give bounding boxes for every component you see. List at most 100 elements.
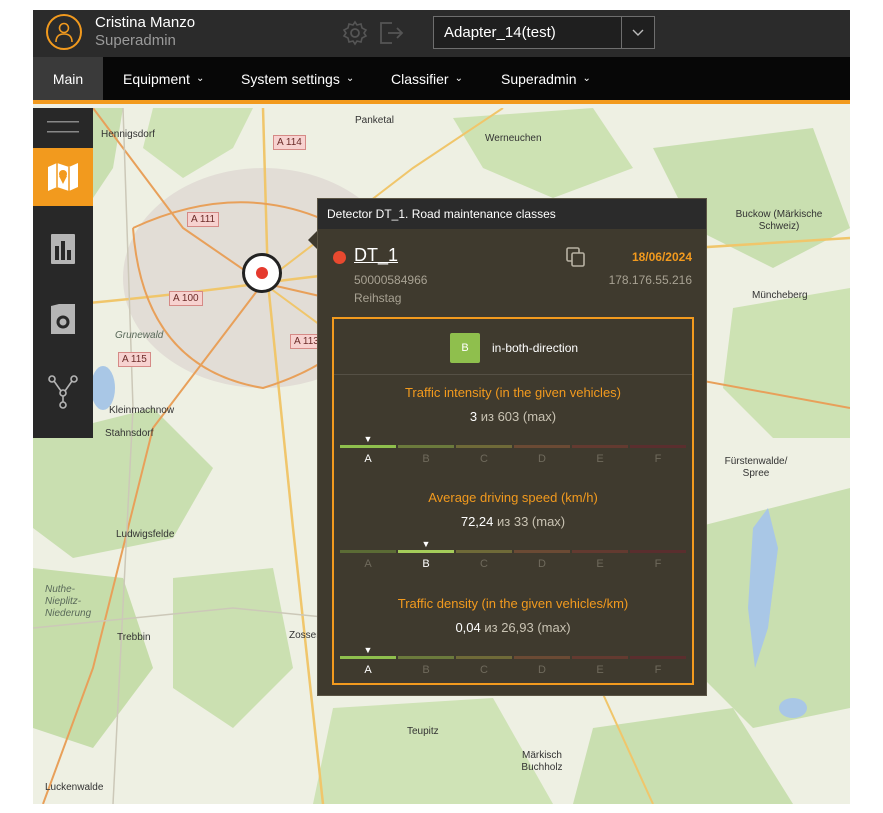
top-bar: Cristina Manzo Superadmin Adapter_14(tes… <box>33 10 850 57</box>
marker-dot <box>256 267 268 279</box>
gear-icon[interactable] <box>342 20 368 46</box>
class-bar-a <box>340 656 396 659</box>
user-avatar-icon[interactable] <box>46 14 82 50</box>
logout-icon[interactable] <box>378 20 404 46</box>
nav-item-label: Main <box>52 70 84 87</box>
camera-icon[interactable] <box>33 290 93 348</box>
class-letter: A <box>364 453 372 465</box>
class-scale <box>340 445 686 448</box>
user-role: Superadmin <box>95 32 176 49</box>
chevron-down-icon[interactable] <box>621 17 654 48</box>
map-area-label: Grunewald <box>115 330 164 341</box>
app-window: Hennigsdorf Panketal Werneuchen Buckow (… <box>33 10 850 804</box>
nav-item-equipment[interactable]: Equipment ⌄ <box>111 57 216 100</box>
class-bar-e <box>572 656 628 659</box>
class-bar-d <box>514 656 570 659</box>
nav-item-superadmin[interactable]: Superadmin ⌄ <box>489 57 603 100</box>
map-place-label: Stahnsdorf <box>105 428 154 439</box>
map-place-label: Ludwigsfelde <box>116 529 175 540</box>
chevron-down-icon: ⌄ <box>454 73 463 84</box>
class-bar-c <box>456 445 512 448</box>
map-icon[interactable] <box>33 148 93 206</box>
metric-value: 3 из 603 (max) <box>334 409 692 424</box>
metric-traffic-intensity: Traffic intensity (in the given vehicles… <box>334 385 692 485</box>
class-bar-e <box>572 445 628 448</box>
class-scale <box>340 656 686 659</box>
class-letter: E <box>596 453 604 465</box>
detector-id: 50000584966 <box>354 273 428 287</box>
detector-marker[interactable] <box>242 253 282 293</box>
metric-title: Traffic intensity (in the given vehicles… <box>404 385 622 400</box>
class-bar-d <box>514 550 570 553</box>
metric-value-number: 72,24 <box>460 514 494 529</box>
class-letter: D <box>538 558 546 570</box>
status-indicator <box>333 251 346 264</box>
class-letter: E <box>596 664 604 676</box>
class-pointer-icon: ▼ <box>363 434 373 444</box>
map-place-label: Teupitz <box>407 726 439 737</box>
chevron-down-icon: ⌄ <box>582 73 591 84</box>
class-letter: B <box>422 453 430 465</box>
adapter-select-value: Adapter_14(test) <box>444 24 556 41</box>
class-bar-a <box>340 445 396 448</box>
metric-value: 72,24 из 33 (max) <box>334 514 692 529</box>
menu-icon[interactable] <box>33 108 93 146</box>
nav-item-label: System settings <box>241 70 340 87</box>
metric-value-max: из 603 (max) <box>477 409 557 424</box>
road-shield: A 114 <box>273 135 306 150</box>
direction-label: in-both-direction <box>492 341 579 355</box>
metric-value-max: из 33 (max) <box>493 514 566 529</box>
class-letter: E <box>596 558 604 570</box>
class-letter: D <box>538 453 546 465</box>
class-letter: C <box>480 664 488 676</box>
class-bar-f <box>630 445 686 448</box>
metric-value-number: 0,04 <box>455 620 481 635</box>
class-bar-d <box>514 445 570 448</box>
class-letter: B <box>422 664 430 676</box>
metric-title: Average driving speed (km/h) <box>428 490 598 505</box>
popup-pointer <box>308 231 317 249</box>
map-place-label: Buckow (Märkische Schweiz) <box>735 209 823 232</box>
network-icon[interactable] <box>33 363 93 421</box>
sidebar <box>33 108 93 438</box>
main-nav: Main Equipment ⌄ System settings ⌄ Classif… <box>33 57 850 104</box>
map-place-label: Hennigsdorf <box>101 129 155 140</box>
class-letter: F <box>654 558 662 570</box>
detector-popup: Detector DT_1. Road maintenance classes … <box>317 198 707 696</box>
road-classes-panel: B in-both-direction Traffic intensity (i… <box>332 317 694 685</box>
detector-ip: 178.176.55.216 <box>608 273 692 287</box>
copy-icon[interactable] <box>565 246 587 268</box>
nav-item-label: Superadmin <box>501 70 577 87</box>
class-letter: B <box>422 558 430 570</box>
map-place-label: Kleinmachnow <box>109 405 175 416</box>
class-bar-c <box>456 656 512 659</box>
class-pointer-icon: ▼ <box>421 539 431 549</box>
map-place-label: Panketal <box>355 115 394 126</box>
map-place-label: Werneuchen <box>485 133 542 144</box>
class-letter: F <box>654 453 662 465</box>
class-bar-c <box>456 550 512 553</box>
detector-date: 18/06/2024 <box>631 250 692 264</box>
class-bar-e <box>572 550 628 553</box>
nav-item-label: Classifier <box>391 70 449 87</box>
class-pointer-icon: ▼ <box>363 645 373 655</box>
nav-item-system-settings[interactable]: System settings ⌄ <box>229 57 366 100</box>
class-bar-b <box>398 445 454 448</box>
class-letter: A <box>364 558 372 570</box>
class-letter: C <box>480 558 488 570</box>
adapter-select[interactable]: Adapter_14(test) <box>433 16 655 49</box>
road-shield: A 100 <box>169 291 203 306</box>
class-letter: F <box>654 664 662 676</box>
detector-name-link[interactable]: DT_1 <box>354 245 398 266</box>
class-letter: D <box>538 664 546 676</box>
nav-item-classifier[interactable]: Classifier ⌄ <box>379 57 475 100</box>
map-area-label: Nuthe-Nieplitz-Niederung <box>45 584 92 619</box>
detector-place: Reihstag <box>354 291 402 305</box>
map-place-label: Müncheberg <box>752 290 808 301</box>
bar-chart-icon[interactable] <box>33 220 93 278</box>
chevron-down-icon: ⌄ <box>345 73 355 84</box>
class-letter: A <box>364 664 372 676</box>
class-bar-b <box>398 656 454 659</box>
road-shield: A 111 <box>187 212 220 227</box>
nav-item-main[interactable]: Main <box>33 57 103 100</box>
